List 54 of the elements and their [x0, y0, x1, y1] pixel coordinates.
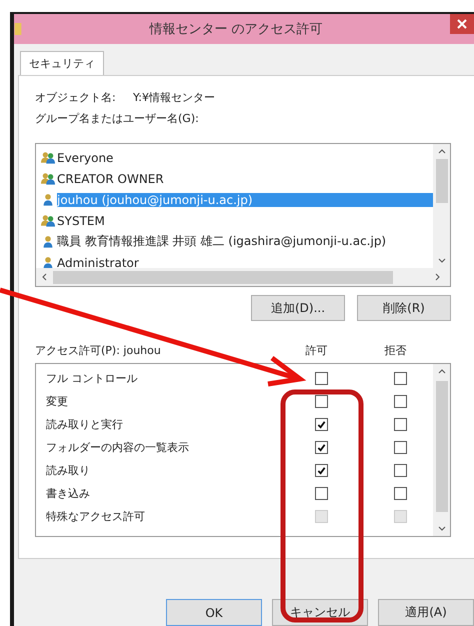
horizontal-scrollbar[interactable]: [36, 268, 450, 286]
deny-checkbox[interactable]: [394, 487, 407, 500]
allow-checkbox[interactable]: [315, 487, 328, 500]
object-name-value: Y:¥情報センター: [133, 90, 215, 106]
vertical-scrollbar[interactable]: [433, 364, 450, 536]
object-name-label: オブジェクト名:: [35, 90, 117, 106]
scroll-thumb[interactable]: [436, 159, 448, 204]
allow-checkbox[interactable]: [315, 464, 328, 478]
deny-checkbox[interactable]: [394, 395, 407, 408]
list-action-button[interactable]: 追加(D)...: [251, 295, 345, 322]
scroll-right-icon[interactable]: [435, 273, 440, 282]
scroll-up-icon[interactable]: [438, 149, 446, 154]
scroll-down-icon[interactable]: [438, 526, 446, 532]
scroll-down-icon[interactable]: [438, 258, 446, 264]
users-icon: [41, 214, 55, 228]
list-action-button[interactable]: 削除(R): [357, 295, 451, 322]
dialog-button[interactable]: OK: [166, 599, 262, 626]
deny-checkbox[interactable]: [394, 441, 407, 454]
permission-name: フル コントロール: [46, 371, 138, 386]
close-icon: [457, 19, 467, 29]
permission-name: 読み取り: [46, 463, 91, 478]
allow-checkbox[interactable]: [315, 441, 328, 454]
allow-checkbox[interactable]: [315, 372, 328, 386]
column-header: 拒否: [384, 343, 408, 358]
deny-checkbox[interactable]: [394, 464, 407, 478]
column-header: 許可: [304, 343, 328, 358]
deny-checkbox[interactable]: [394, 418, 407, 432]
vertical-scrollbar[interactable]: [433, 144, 450, 268]
tab[interactable]: セキュリティ: [20, 51, 104, 76]
permission-name: フォルダーの内容の一覧表示: [46, 440, 190, 456]
close-button[interactable]: [450, 14, 474, 34]
user-list-item[interactable]: 職員 教育情報推進課 井頭 雄二 (igashira@jumonji-u.ac.jp): [41, 231, 433, 252]
user-list-item[interactable]: CREATOR OWNER: [41, 168, 433, 190]
group-label: グループ名またはユーザー名(G):: [35, 111, 200, 126]
scroll-thumb[interactable]: [53, 270, 393, 284]
allow-checkbox[interactable]: [315, 418, 328, 432]
users-icon: [41, 151, 55, 164]
permission-name: 特殊なアクセス許可: [46, 509, 146, 524]
permission-name: 読み取りと実行: [46, 417, 124, 432]
dialog-button[interactable]: 適用(A): [378, 599, 474, 626]
permission-name: 変更: [46, 394, 69, 410]
window-title: 情報センター のアクセス許可: [148, 21, 324, 38]
permission-name: 書き込み: [46, 486, 91, 502]
user-list-item[interactable]: Everyone: [41, 147, 433, 168]
user-list-item[interactable]: SYSTEM: [41, 210, 433, 232]
scroll-left-icon[interactable]: [42, 273, 47, 282]
user-icon: [41, 193, 55, 206]
scroll-up-icon[interactable]: [438, 369, 446, 374]
scroll-thumb[interactable]: [436, 381, 448, 512]
deny-checkbox[interactable]: [394, 372, 407, 386]
users-icon: [41, 172, 55, 186]
user-icon: [41, 235, 55, 248]
permissions-label: アクセス許可(P): jouhou: [35, 343, 162, 358]
allow-checkbox[interactable]: [315, 395, 328, 408]
